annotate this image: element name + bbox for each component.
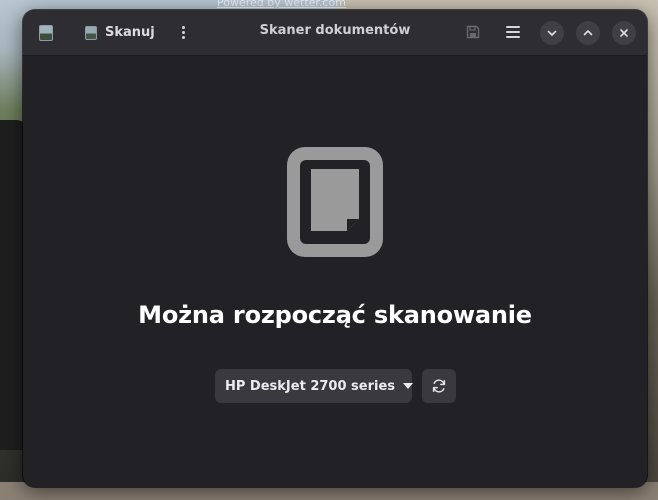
scanner-app-icon: [85, 25, 97, 40]
scan-button-label: Skanuj: [105, 25, 155, 40]
scan-button[interactable]: Skanuj: [75, 18, 165, 47]
save-icon[interactable]: [466, 25, 480, 39]
desktop-watermark: Powered by wetter.com: [217, 0, 346, 9]
chevron-up-icon: [583, 30, 593, 36]
device-select-value: HP DeskJet 2700 series: [225, 378, 396, 394]
vertical-dots-icon[interactable]: [173, 22, 193, 42]
document-scanner-icon: [287, 147, 383, 257]
close-button[interactable]: [612, 21, 636, 45]
caret-down-icon: [403, 383, 414, 389]
device-select[interactable]: HP DeskJet 2700 series: [215, 369, 414, 403]
close-icon: [620, 29, 628, 37]
minimize-button[interactable]: [540, 21, 564, 45]
refresh-icon: [432, 379, 446, 393]
scanner-app-icon: [39, 25, 53, 41]
refresh-button[interactable]: [422, 369, 456, 403]
title-bar: Skanuj Skaner dokumentów: [23, 10, 647, 56]
maximize-button[interactable]: [576, 21, 600, 45]
scanner-window: Skanuj Skaner dokumentów Można rozpocząć…: [23, 10, 647, 487]
status-title: Można rozpocząć skanowanie: [138, 301, 532, 329]
chevron-down-icon: [547, 30, 557, 36]
hamburger-icon[interactable]: [506, 26, 520, 38]
